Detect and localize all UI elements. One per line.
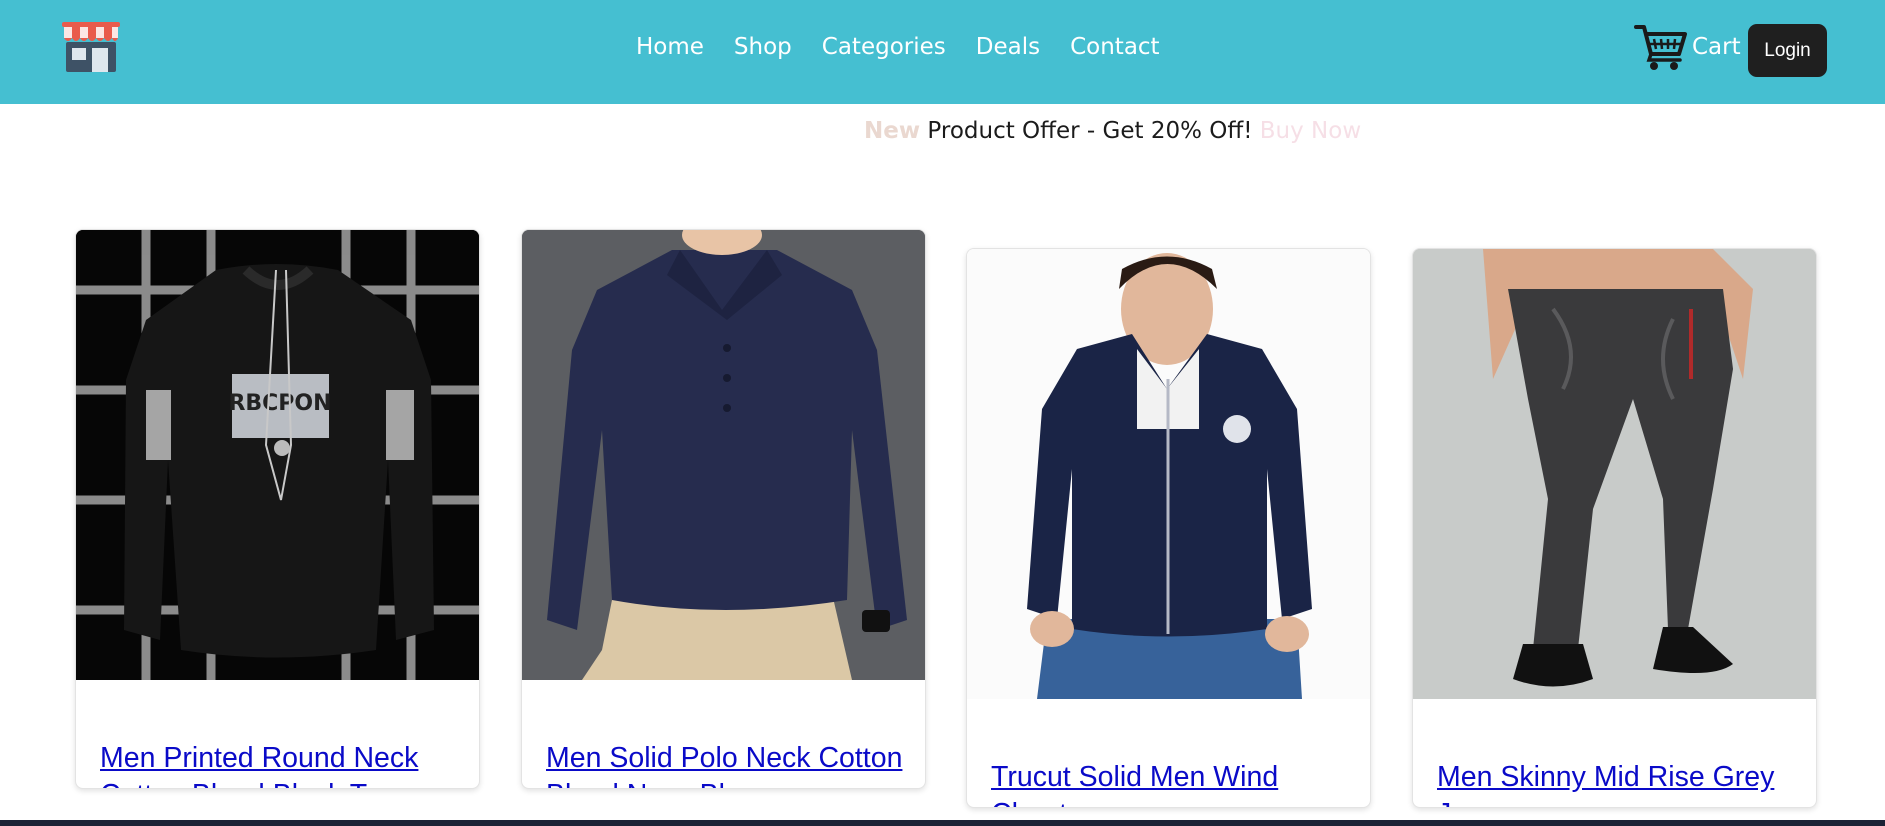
main-nav: Home Shop Categories Deals Contact [636,34,1160,60]
grey-jeans-image [1413,249,1816,699]
nav-deals-link[interactable]: Deals [976,34,1040,60]
sweatshirt-print-text: RBCPON [228,391,331,416]
product-title-link[interactable]: Men Solid Polo Neck Cotton Blend Navy Bl… [546,740,916,788]
nav-shop-link[interactable]: Shop [734,34,792,60]
navy-jacket-image [967,249,1370,699]
product-image[interactable] [522,230,925,680]
product-card[interactable]: RBCPON Men Printed Round Neck Cotton Ble… [75,229,480,789]
nav-categories-link[interactable]: Categories [822,34,946,60]
bottom-edge-bar [0,820,1885,826]
navy-polo-image [522,230,925,680]
product-card[interactable]: Men Solid Polo Neck Cotton Blend Navy Bl… [521,229,926,789]
navbar: Home Shop Categories Deals Contact Cart … [0,0,1885,104]
product-card[interactable]: Trucut Solid Men Wind Cheater [966,248,1371,808]
product-image[interactable] [1413,249,1816,699]
offer-buy-now-link[interactable]: Buy Now [1260,118,1361,144]
black-sweatshirt-image: RBCPON [76,230,479,680]
product-image[interactable] [967,249,1370,699]
cart-link[interactable]: Cart [1634,22,1741,72]
nav-contact-link[interactable]: Contact [1070,34,1159,60]
offer-prefix: New [864,118,921,144]
product-title-link[interactable]: Trucut Solid Men Wind Cheater [991,759,1361,807]
nav-home-link[interactable]: Home [636,34,704,60]
cart-label: Cart [1692,34,1741,60]
offer-text: Product Offer - Get 20% Off! [927,118,1253,144]
login-button[interactable]: Login [1748,24,1827,77]
shopping-cart-icon [1634,25,1687,70]
product-card[interactable]: Men Skinny Mid Rise Grey Jeans [1412,248,1817,808]
product-title-link[interactable]: Men Skinny Mid Rise Grey Jeans [1437,759,1807,807]
product-image[interactable]: RBCPON [76,230,479,680]
product-title-link[interactable]: Men Printed Round Neck Cotton Blend Blac… [100,740,470,788]
store-icon[interactable] [60,18,122,72]
offer-banner: New Product Offer - Get 20% Off! Buy Now [864,118,1361,144]
